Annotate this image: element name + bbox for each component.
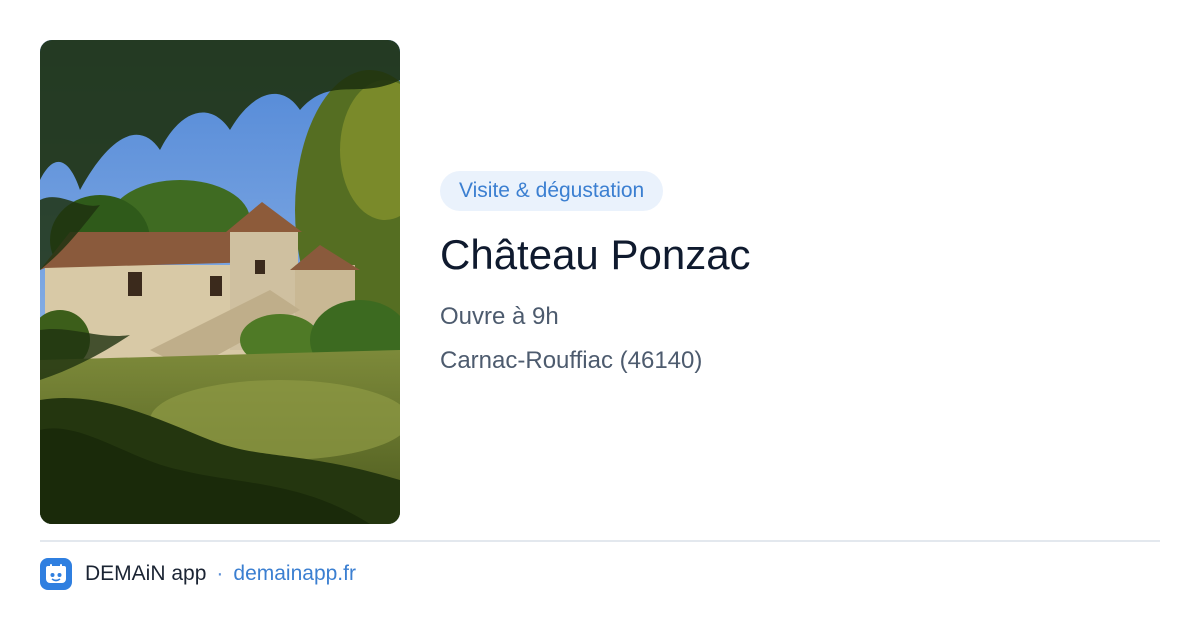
- app-name: DEMAiN app: [85, 562, 207, 585]
- place-location: Carnac-Rouffiac (46140): [440, 347, 703, 374]
- share-card: Visite & dégustation Château Ponzac Ouvr…: [0, 0, 1200, 630]
- footer-separator: ·: [216, 562, 224, 585]
- place-info: Visite & dégustation Château Ponzac Ouvr…: [440, 171, 1140, 376]
- footer: DEMAiN app · demainapp.fr: [40, 558, 356, 590]
- place-title: Château Ponzac: [440, 231, 751, 278]
- footer-divider: [40, 540, 1160, 542]
- demain-app-icon[interactable]: [40, 558, 72, 590]
- opening-hours: Ouvre à 9h: [440, 303, 559, 330]
- category-badge[interactable]: Visite & dégustation: [440, 171, 664, 211]
- chateau-photo: [40, 40, 400, 524]
- site-link[interactable]: demainapp.fr: [233, 562, 356, 586]
